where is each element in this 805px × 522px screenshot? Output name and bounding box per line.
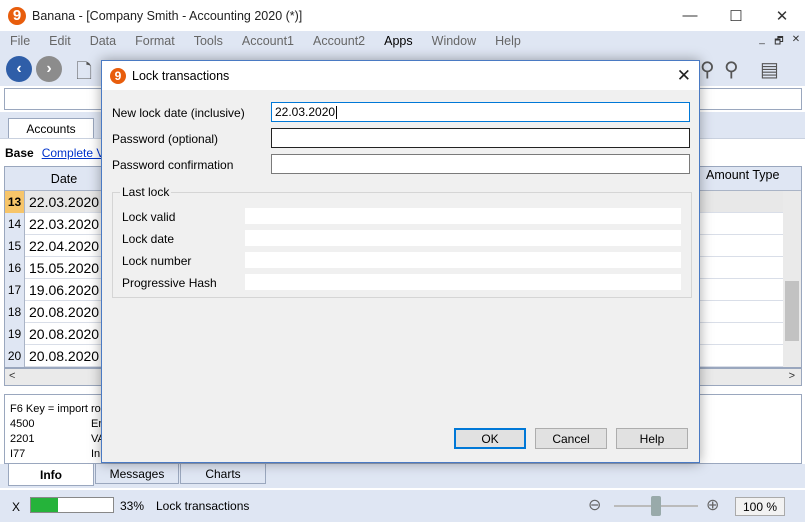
tab-messages[interactable]: Messages	[95, 464, 179, 484]
new-lock-date-value: 22.03.2020	[275, 105, 336, 119]
zoom-out-icon[interactable]: ⊖	[588, 495, 601, 515]
password-confirmation-input[interactable]	[271, 154, 690, 174]
info-line: I77	[10, 448, 26, 460]
zoom-level[interactable]: 100 %	[735, 497, 785, 516]
window-title: Banana - [Company Smith - Accounting 202…	[32, 8, 303, 23]
grid-vertical-scrollbar[interactable]	[783, 191, 801, 367]
row-date[interactable]: 22.03.2020	[29, 191, 99, 213]
lock-valid-value	[245, 208, 681, 224]
lock-valid-label: Lock valid	[122, 210, 176, 224]
info-line: F6 Key = import ro	[10, 403, 101, 415]
cancel-button[interactable]: Cancel	[535, 428, 607, 449]
menu-account1[interactable]: Account1	[232, 34, 303, 48]
lock-number-label: Lock number	[122, 254, 192, 268]
progress-percent: 33%	[120, 499, 145, 513]
menu-data[interactable]: Data	[80, 34, 125, 48]
row-number: 20	[5, 345, 25, 367]
scrollbar-thumb[interactable]	[785, 281, 799, 341]
row-date[interactable]: 22.04.2020	[29, 235, 99, 257]
row-number: 19	[5, 323, 25, 345]
new-lock-date-label: New lock date (inclusive)	[112, 106, 245, 120]
progressive-hash-value	[245, 274, 681, 290]
menu-bar: File Edit Data Format Tools Account1 Acc…	[0, 31, 805, 50]
menu-apps[interactable]: Apps	[374, 34, 422, 48]
zoom-in-icon[interactable]: ⊕	[706, 495, 719, 515]
row-date[interactable]: 20.08.2020	[29, 301, 99, 323]
menu-edit[interactable]: Edit	[39, 34, 80, 48]
mdi-close-button[interactable]: ✕	[788, 34, 804, 48]
banana-logo-icon: 9	[110, 67, 126, 84]
scroll-left-icon[interactable]: <	[9, 370, 15, 382]
row-number: 17	[5, 279, 25, 301]
row-date[interactable]: 20.08.2020	[29, 345, 99, 367]
status-close-button[interactable]: X	[12, 500, 20, 514]
new-lock-date-input[interactable]: 22.03.2020	[271, 102, 690, 122]
window-layout-icon[interactable]: ▤	[760, 57, 779, 82]
new-document-icon[interactable]: 🗋	[76, 57, 92, 91]
row-date[interactable]: 19.06.2020	[29, 279, 99, 301]
menu-tools[interactable]: Tools	[184, 34, 232, 48]
lock-date-value	[245, 230, 681, 246]
row-number: 14	[5, 213, 25, 235]
lock-transactions-dialog: 9 Lock transactions ✕ New lock date (inc…	[101, 60, 700, 463]
progressive-hash-label: Progressive Hash	[122, 276, 217, 290]
row-date[interactable]: 15.05.2020	[29, 257, 99, 279]
progress-fill	[31, 498, 59, 512]
back-arrow-icon[interactable]: ‹	[6, 56, 32, 82]
banana-logo-icon: 9	[8, 6, 26, 25]
row-date[interactable]: 22.03.2020	[29, 213, 99, 235]
password-confirmation-label: Password confirmation	[112, 158, 234, 172]
menu-file[interactable]: File	[0, 34, 39, 48]
dialog-close-icon[interactable]: ✕	[677, 66, 691, 86]
help-button[interactable]: Help	[616, 428, 688, 449]
dialog-titlebar: 9 Lock transactions ✕	[102, 61, 699, 90]
find-icon[interactable]: ⚲	[700, 57, 715, 82]
row-number: 13	[5, 191, 25, 213]
status-text: Lock transactions	[156, 499, 250, 513]
row-number: 15	[5, 235, 25, 257]
zoom-slider-thumb[interactable]	[651, 496, 661, 516]
menu-account2[interactable]: Account2	[303, 34, 374, 48]
tab-info[interactable]: Info	[8, 464, 94, 486]
row-number: 16	[5, 257, 25, 279]
password-label: Password (optional)	[112, 132, 219, 146]
menu-help[interactable]: Help	[485, 34, 530, 48]
info-line: 4500	[10, 418, 35, 430]
close-window-button[interactable]: ✕	[759, 0, 805, 31]
info-line: 2201	[10, 433, 35, 445]
info-line-text: In	[91, 448, 101, 460]
menu-window[interactable]: Window	[422, 34, 485, 48]
password-input[interactable]	[271, 128, 690, 148]
mdi-minimize-button[interactable]: _	[754, 34, 770, 48]
lock-number-value	[245, 252, 681, 268]
column-date[interactable]: Date	[25, 167, 103, 191]
bottom-tab-strip: Info Messages Charts	[0, 464, 805, 488]
scroll-right-icon[interactable]: >	[789, 370, 795, 382]
minimize-button[interactable]: —	[667, 0, 713, 31]
column-amount-type[interactable]: Amount Type	[706, 168, 779, 182]
row-date[interactable]: 20.08.2020	[29, 323, 99, 345]
last-lock-group-title: Last lock	[120, 185, 172, 199]
dialog-title: Lock transactions	[132, 68, 230, 83]
forward-arrow-icon[interactable]: ›	[36, 56, 62, 82]
find-next-icon[interactable]: ⚲	[724, 57, 739, 82]
maximize-button[interactable]: ☐	[713, 0, 759, 31]
text-caret	[336, 105, 338, 119]
lock-date-label: Lock date	[122, 232, 175, 246]
row-number: 18	[5, 301, 25, 323]
menu-format[interactable]: Format	[125, 34, 184, 48]
progress-bar	[30, 497, 114, 513]
ok-button[interactable]: OK	[454, 428, 526, 449]
mdi-restore-button[interactable]: 🗗	[771, 34, 787, 48]
view-base[interactable]: Base	[5, 146, 34, 160]
tab-accounts[interactable]: Accounts	[8, 118, 94, 138]
tab-charts[interactable]: Charts	[180, 464, 266, 484]
